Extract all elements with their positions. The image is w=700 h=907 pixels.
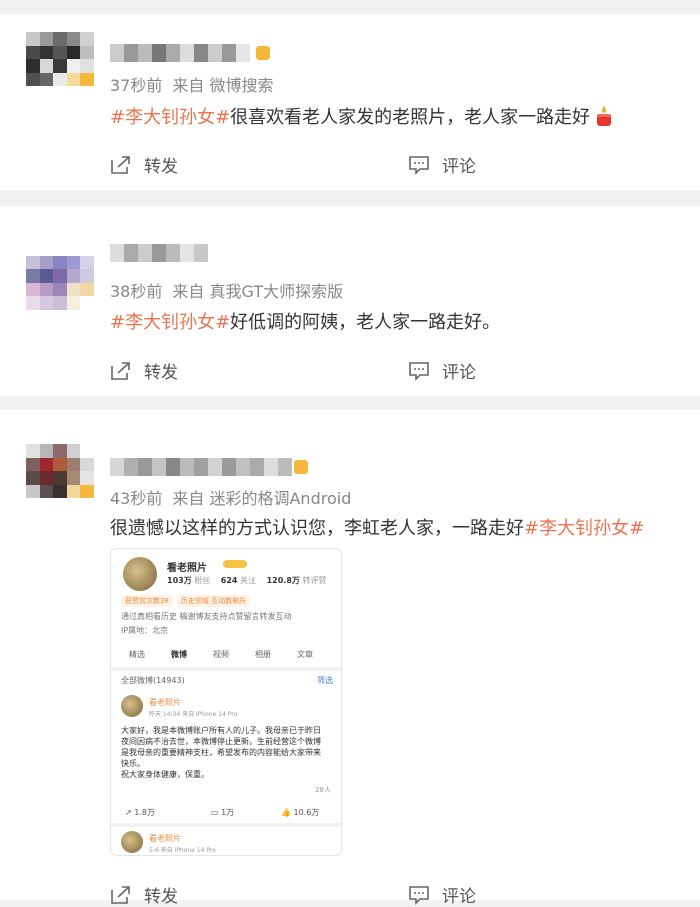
comment-icon — [409, 361, 429, 381]
candle-icon — [597, 106, 612, 126]
username-blurred[interactable] — [110, 458, 292, 476]
comment-icon — [409, 885, 429, 905]
username-blurred[interactable] — [110, 244, 208, 262]
comment-icon — [409, 155, 429, 175]
avatar — [121, 695, 143, 717]
avatar[interactable] — [26, 32, 94, 100]
post-content: #李大钊孙女#好低调的阿姨，老人家一路走好。 — [110, 312, 501, 333]
share-icon — [111, 155, 130, 174]
vip-badge-icon — [223, 560, 247, 568]
post-time[interactable]: 43秒前 — [110, 489, 162, 508]
comment-button[interactable]: 评论 — [408, 152, 476, 177]
post-content: #李大钊孙女#很喜欢看老人家发的老照片，老人家一路走好 — [110, 103, 614, 129]
embedded-screenshot-image[interactable]: 看老照片 103万 粉丝 624 关注 120.8万 转评赞 获赞赏次数38 历史… — [110, 548, 342, 856]
post-meta: 37秒前 来自 微博搜索 — [110, 76, 274, 95]
post-actions: 转发 评论 — [110, 152, 610, 177]
hashtag-link[interactable]: #李大钊孙女# — [110, 312, 230, 333]
comment-button[interactable]: 评论 — [408, 358, 476, 383]
post-source[interactable]: 迷彩的格调Android — [209, 489, 351, 508]
post-time[interactable]: 38秒前 — [110, 282, 162, 301]
post-meta: 38秒前 来自 真我GT大师探索版 — [110, 282, 344, 301]
post-card-3: 43秒前 来自 迷彩的格调Android 很遗憾以这样的方式认识您，李虹老人家，一… — [0, 410, 700, 907]
share-icon — [111, 885, 130, 904]
post-card-1: 37秒前 来自 微博搜索 #李大钊孙女#很喜欢看老人家发的老照片，老人家一路走好 … — [0, 14, 700, 190]
profile-name: 看老照片 — [167, 563, 207, 574]
hashtag-link[interactable]: #李大钊孙女# — [524, 518, 644, 539]
post-source[interactable]: 真我GT大师探索版 — [209, 282, 343, 301]
avatar — [123, 557, 157, 591]
post-content: 很遗憾以这样的方式认识您，李虹老人家，一路走好#李大钊孙女# — [110, 518, 645, 539]
avatar — [121, 831, 143, 853]
post-actions: 转发 评论 — [110, 882, 610, 907]
post-time[interactable]: 37秒前 — [110, 76, 162, 95]
avatar[interactable] — [26, 242, 94, 310]
post-card-2: 38秒前 来自 真我GT大师探索版 #李大钊孙女#好低调的阿姨，老人家一路走好。 … — [0, 206, 700, 396]
repost-button[interactable]: 转发 — [110, 358, 178, 383]
comment-button[interactable]: 评论 — [408, 882, 476, 907]
vip-badge-icon — [256, 46, 270, 60]
vip-badge-icon — [294, 460, 308, 474]
post-meta: 43秒前 来自 迷彩的格调Android — [110, 489, 352, 508]
avatar[interactable] — [26, 444, 94, 512]
post-actions: 转发 评论 — [110, 358, 610, 383]
repost-button[interactable]: 转发 — [110, 882, 178, 907]
repost-button[interactable]: 转发 — [110, 152, 178, 177]
share-icon — [111, 361, 130, 380]
post-source[interactable]: 微博搜索 — [209, 76, 273, 95]
username-blurred[interactable] — [110, 44, 250, 62]
hashtag-link[interactable]: #李大钊孙女# — [110, 107, 230, 128]
